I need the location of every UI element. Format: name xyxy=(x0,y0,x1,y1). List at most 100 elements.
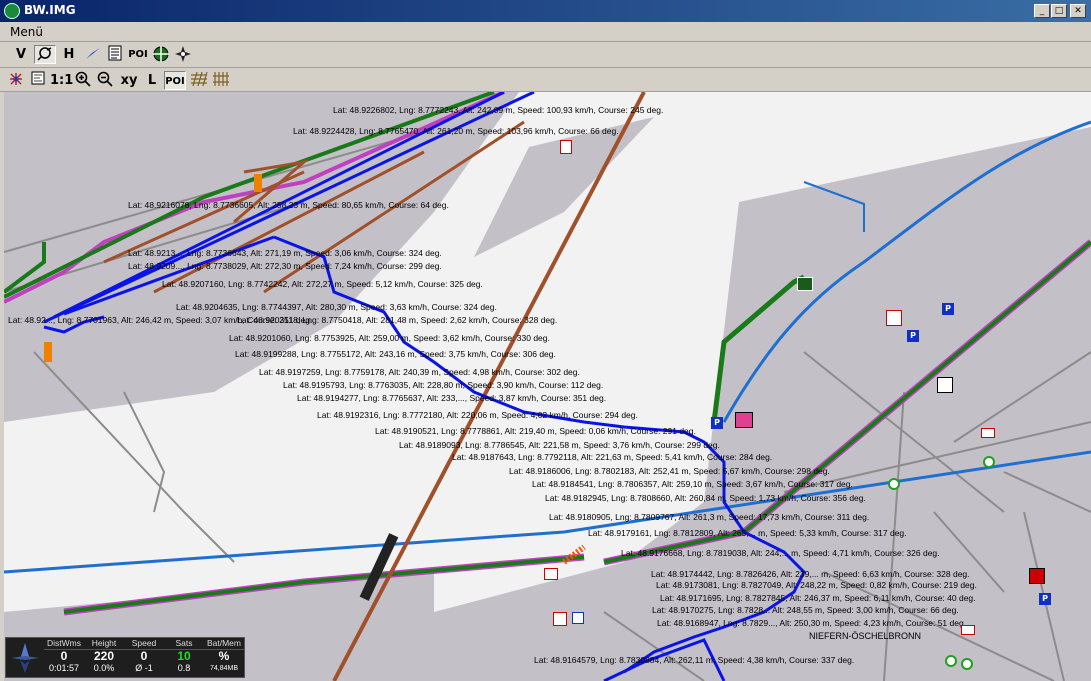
view-button[interactable]: V xyxy=(12,45,30,64)
track-point-label: Lat: 48.9224428, Lng: 8.7765470, Alt: 26… xyxy=(293,126,619,136)
map-select-icon xyxy=(31,71,45,85)
track-tools-button[interactable] xyxy=(34,45,56,64)
poi-bus-icon[interactable] xyxy=(961,625,975,635)
app-icon xyxy=(4,3,20,19)
toolbar-main: V H POI xyxy=(0,42,1091,68)
status-value: 0 xyxy=(60,649,68,663)
minimize-button[interactable]: _ xyxy=(1034,4,1050,18)
status-height: Height 220 0.0% xyxy=(84,638,124,674)
grid-icon xyxy=(191,71,208,87)
scale-1to1-button[interactable]: 1:1 xyxy=(50,71,73,90)
poi-parking-icon[interactable]: P xyxy=(942,303,954,315)
track-point-label: Lat: 48.9226802, Lng: 8.7772243, Alt: 24… xyxy=(333,105,664,115)
track-point-label: Lat: 48.9176668, Lng: 8.7819038, Alt: 24… xyxy=(621,548,940,558)
status-sats: Sats 10 0.8 xyxy=(164,638,204,674)
compass-button[interactable] xyxy=(173,45,193,64)
status-value: 220 xyxy=(93,649,115,663)
track-point-label: Lat: 48.9192316, Lng: 8.7772180, Alt: 22… xyxy=(317,410,638,420)
arrow-pointer-icon xyxy=(86,48,100,59)
track-point-label: Lat: 48.9209..., Lng: 8.7738029, Alt: 27… xyxy=(128,261,442,271)
track-point-label: Lat: 48.9204635, Lng: 8.7744397, Alt: 28… xyxy=(176,302,497,312)
poi-info-icon[interactable] xyxy=(572,612,584,624)
status-subvalue: 0.0% xyxy=(93,663,115,673)
track-point-label: Lat: 48.9170275, Lng: 8.7828... Alt: 248… xyxy=(652,605,959,615)
status-value: % xyxy=(218,649,230,663)
poi-stop-icon[interactable] xyxy=(983,456,995,468)
track-point-label: Lat: 48.9213..., Lng: 8.7736643, Alt: 27… xyxy=(128,248,442,258)
track-point-label: Lat: 48.9171695, Lng: 8.7827845, Alt: 24… xyxy=(660,593,976,603)
hatched-grid-button[interactable] xyxy=(211,71,231,90)
track-point-label: Lat: 48.9201060, Lng: 8.7753925, Alt: 25… xyxy=(229,333,550,343)
track-point-label: Lat: 48.9190521, Lng: 8.7778861, Alt: 21… xyxy=(375,426,696,436)
zoom-out-icon xyxy=(97,71,113,87)
target-button[interactable] xyxy=(151,45,171,64)
menu-button[interactable]: Menü xyxy=(10,25,43,39)
layer-button[interactable]: L xyxy=(143,71,161,90)
track-point-label: Lat: 48.9207160, Lng: 8.7742242, Alt: 27… xyxy=(162,279,483,289)
zoom-in-button[interactable] xyxy=(74,71,92,90)
track-point-label: Lat: 48.9186006, Lng: 8.7802183, Alt: 25… xyxy=(509,466,830,476)
track-point-label: Lat: 48.9187643, Lng: 8.7792118, Alt: 22… xyxy=(452,452,773,462)
track-tools-icon xyxy=(37,47,52,61)
poi-document-icon[interactable] xyxy=(560,140,572,154)
track-point-label: Lat: 48.9168947, Lng: 8.7829..., Alt: 25… xyxy=(657,618,967,628)
status-subvalue: 0:01:57 xyxy=(48,663,80,673)
poi-stop-icon[interactable] xyxy=(888,478,900,490)
pointer-button[interactable] xyxy=(82,45,104,64)
track-point-label: Lat: 48.9184541, Lng: 8.7806357, Alt: 25… xyxy=(532,479,853,489)
poi-fuel-icon[interactable] xyxy=(553,612,567,626)
window-titlebar[interactable]: BW.IMG _ □ ✕ xyxy=(0,0,1091,22)
hatched-grid-icon xyxy=(213,72,229,86)
target-icon xyxy=(153,46,169,62)
track-point-label: Lat: 48.92..., Lng: 8.7701963, Alt: 246,… xyxy=(8,315,313,325)
map-canvas[interactable]: Lat: 48.9226802, Lng: 8.7772243, Alt: 24… xyxy=(4,92,1091,681)
poi-layer-button[interactable]: POI xyxy=(164,71,186,90)
track-point-label: Lat: 48.9182945, Lng: 8.7808660, Alt: 26… xyxy=(545,493,866,503)
place-label: NIEFERN-ÖSCHELBRONN xyxy=(809,631,922,641)
grid-button[interactable] xyxy=(189,71,209,90)
poi-landscape-icon[interactable] xyxy=(886,310,902,326)
track-point-label: Lat: 48.9180905, Lng: 8.7809767, Alt: 26… xyxy=(549,512,870,522)
poi-parking-icon[interactable]: P xyxy=(907,330,919,342)
poi-stadium-icon[interactable] xyxy=(797,277,813,291)
coordinates-button[interactable]: xy xyxy=(118,71,140,90)
toolbar-map: 1:1 xy L POI xyxy=(0,68,1091,92)
status-bat-mem: Bat/Mem % 74,84MB xyxy=(204,638,244,674)
satellite-button[interactable] xyxy=(6,71,26,90)
status-subvalue: 0.8 xyxy=(177,663,191,673)
window-title: BW.IMG xyxy=(24,3,76,17)
north-arrow-icon xyxy=(11,643,39,673)
menubar: Menü xyxy=(0,22,1091,42)
poi-bus-icon[interactable] xyxy=(981,428,995,438)
home-button[interactable]: H xyxy=(60,45,78,64)
status-subvalue: Ø -1 xyxy=(135,663,153,673)
track-point-label: Lat: 48.9179161, Lng: 8.7812809, Alt: 26… xyxy=(588,528,907,538)
zoom-in-icon xyxy=(75,71,91,87)
close-button[interactable]: ✕ xyxy=(1070,4,1086,18)
poi-fuel-icon[interactable] xyxy=(544,568,558,580)
maximize-button[interactable]: □ xyxy=(1051,4,1067,18)
track-point-label: Lat: 48.9197259, Lng: 8.7759178, Alt: 24… xyxy=(259,367,580,377)
poi-parking-icon[interactable]: P xyxy=(711,417,723,429)
poi-parking-icon[interactable]: P xyxy=(1039,593,1051,605)
status-value: 0 xyxy=(140,649,148,663)
poi-restaurant-icon[interactable] xyxy=(1029,568,1045,584)
status-speed: Speed 0 Ø -1 xyxy=(124,638,164,674)
poi-button[interactable]: POI xyxy=(127,45,149,64)
track-point-label: Lat: 48.9194277, Lng: 8.7765637, Alt: 23… xyxy=(297,393,607,403)
status-distwms: DistWms 0 0:01:57 xyxy=(44,638,84,674)
track-point-label: Lat: 48.9173081, Lng: 8.7827049, Alt: 24… xyxy=(656,580,977,590)
zoom-out-button[interactable] xyxy=(96,71,114,90)
poi-stop-icon[interactable] xyxy=(961,658,973,670)
track-point-label: Lat: 48.9199288, Lng: 8.7755172, Alt: 24… xyxy=(235,349,556,359)
map-select-button[interactable] xyxy=(29,71,47,90)
list-button[interactable] xyxy=(106,45,124,64)
poi-museum-icon[interactable] xyxy=(735,412,753,428)
track-point-label: Lat: 48.9174442, Lng: 8.7826426, Alt: 23… xyxy=(651,569,970,579)
track-point-label: Lat: 48.9195793, Lng: 8.7763035, Alt: 22… xyxy=(283,380,604,390)
poi-school-icon[interactable] xyxy=(937,377,953,393)
poi-stop-icon[interactable] xyxy=(945,655,957,667)
status-value: 10 xyxy=(177,649,191,663)
satellite-icon xyxy=(10,73,22,85)
track-point-label: Lat: 48.9216078, Lng: 8.7736605, Alt: 25… xyxy=(128,200,449,210)
